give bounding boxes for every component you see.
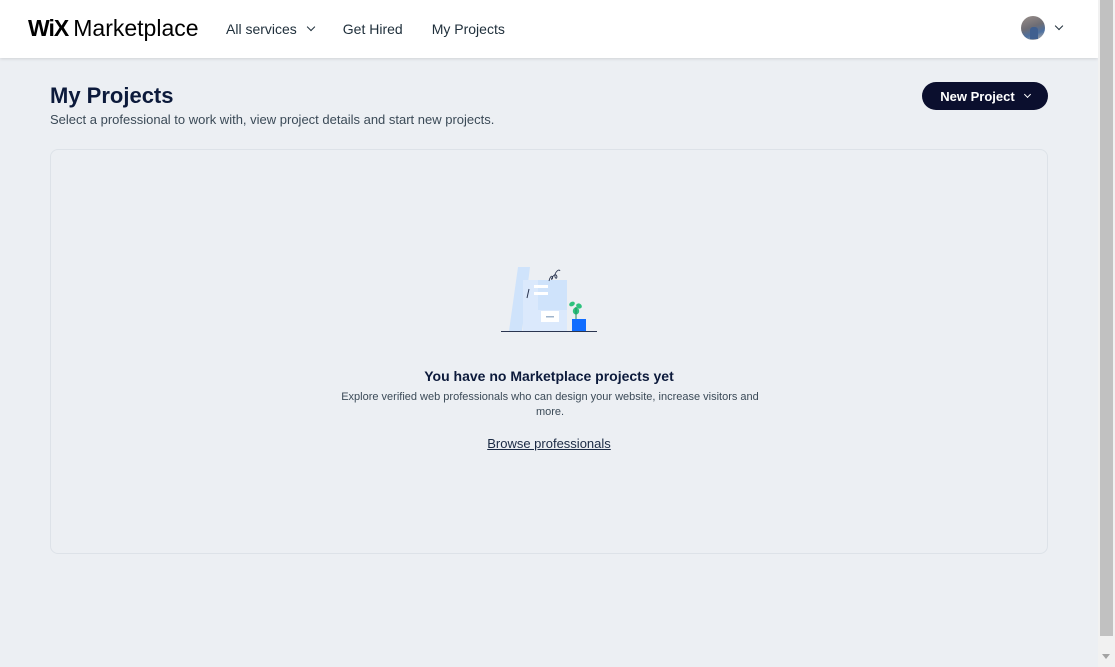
wix-marketplace-logo[interactable]: WiX Marketplace bbox=[28, 14, 199, 42]
scroll-down-arrow-icon[interactable] bbox=[1102, 654, 1110, 659]
nav-my-projects[interactable]: My Projects bbox=[432, 21, 505, 37]
account-menu-button[interactable] bbox=[1021, 16, 1064, 40]
new-project-label: New Project bbox=[940, 88, 1015, 104]
chevron-down-icon bbox=[1023, 90, 1031, 99]
logo-wix-text: WiX bbox=[28, 15, 69, 41]
avatar bbox=[1021, 16, 1045, 40]
page-scrollbar[interactable] bbox=[1098, 0, 1115, 667]
nav-get-hired[interactable]: Get Hired bbox=[343, 21, 403, 37]
page-subtitle: Select a professional to work with, view… bbox=[50, 112, 495, 127]
top-header: WiX Marketplace All services Get Hired M… bbox=[0, 0, 1098, 58]
scrollbar-thumb[interactable] bbox=[1100, 0, 1113, 636]
browse-professionals-link[interactable]: Browse professionals bbox=[51, 436, 1047, 451]
empty-state-title: You have no Marketplace projects yet bbox=[424, 368, 674, 384]
nav-get-hired-label: Get Hired bbox=[342, 21, 403, 37]
page: WiX Marketplace All services Get Hired M… bbox=[0, 0, 1098, 667]
main-nav: All services Get Hired My Projects bbox=[226, 0, 534, 58]
nav-all-services[interactable]: All services bbox=[226, 21, 316, 37]
chevron-down-icon bbox=[1054, 21, 1064, 31]
empty-state-description: Explore verified web professionals who c… bbox=[341, 391, 759, 418]
chevron-down-icon bbox=[306, 22, 316, 32]
nav-my-projects-label: My Projects bbox=[431, 21, 505, 37]
empty-state-card: You have no Marketplace projects yet Exp… bbox=[50, 149, 1048, 554]
new-project-button[interactable]: New Project bbox=[922, 82, 1048, 110]
desk-with-plant-illustration bbox=[501, 267, 597, 332]
logo-marketplace-text: Marketplace bbox=[73, 15, 199, 41]
nav-all-services-label: All services bbox=[226, 21, 297, 37]
page-title: My Projects bbox=[50, 83, 174, 108]
